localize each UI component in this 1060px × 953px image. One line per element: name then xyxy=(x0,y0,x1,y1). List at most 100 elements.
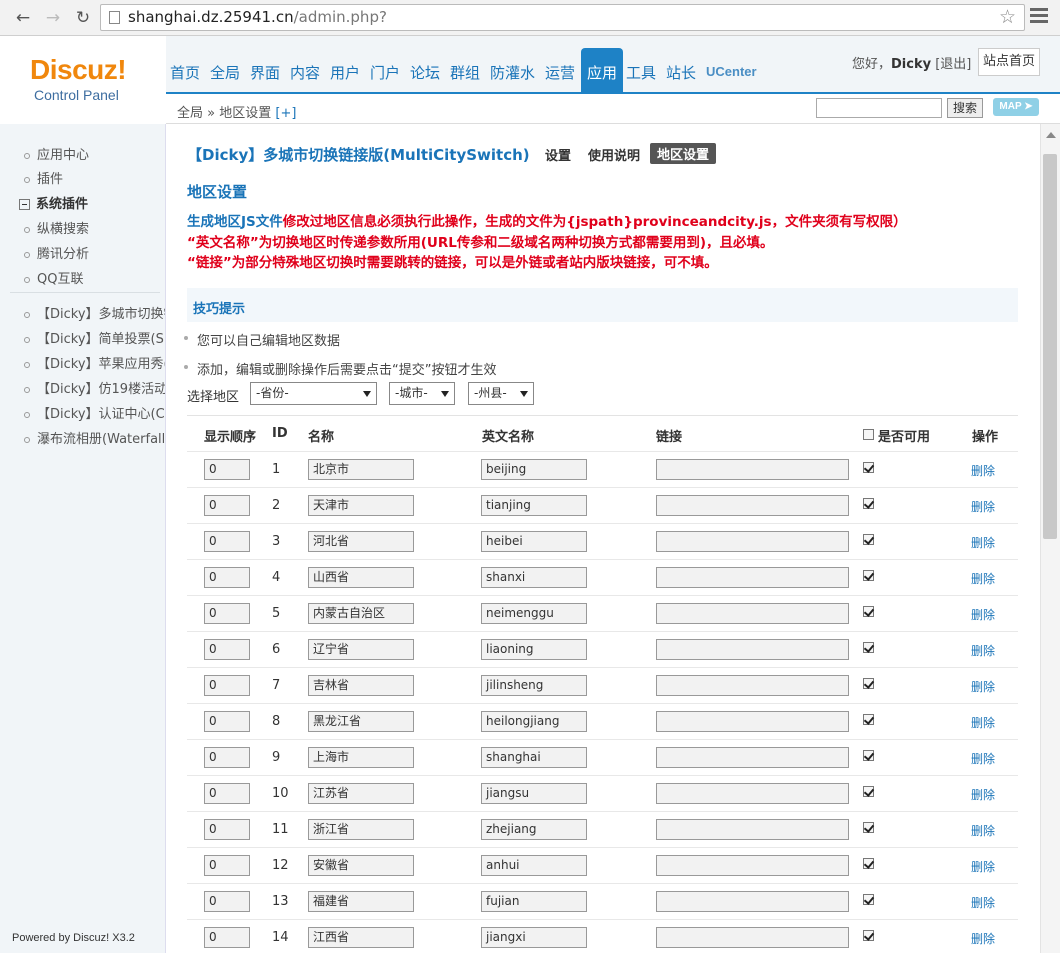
enabled-checkbox[interactable] xyxy=(863,714,874,725)
city-select[interactable]: -城市- xyxy=(389,382,455,405)
delete-link[interactable]: 删除 xyxy=(971,894,995,911)
enabled-checkbox[interactable] xyxy=(863,570,874,581)
link-input[interactable] xyxy=(656,747,849,768)
name-input[interactable]: 浙江省 xyxy=(308,819,414,840)
discuz-logo[interactable]: Discuz! xyxy=(30,54,127,86)
english-name-input[interactable]: tianjing xyxy=(481,495,587,516)
delete-link[interactable]: 删除 xyxy=(971,858,995,875)
enabled-checkbox[interactable] xyxy=(863,930,874,941)
english-name-input[interactable]: anhui xyxy=(481,855,587,876)
generate-js-link[interactable]: 生成地区JS文件 xyxy=(187,214,283,230)
order-input[interactable]: 0 xyxy=(204,495,250,516)
nav-item-ucenter[interactable]: UCenter xyxy=(706,64,757,79)
link-input[interactable] xyxy=(656,675,849,696)
name-input[interactable]: 上海市 xyxy=(308,747,414,768)
english-name-input[interactable]: zhejiang xyxy=(481,819,587,840)
link-input[interactable] xyxy=(656,783,849,804)
link-input[interactable] xyxy=(656,891,849,912)
order-input[interactable]: 0 xyxy=(204,747,250,768)
english-name-input[interactable]: jiangsu xyxy=(481,783,587,804)
order-input[interactable]: 0 xyxy=(204,459,250,480)
nav-item-admin[interactable]: 站长 xyxy=(666,62,696,83)
enabled-checkbox[interactable] xyxy=(863,678,874,689)
link-input[interactable] xyxy=(656,459,849,480)
order-input[interactable]: 0 xyxy=(204,675,250,696)
address-bar[interactable]: shanghai.dz.25941.cn/admin.php? ☆ xyxy=(100,4,1025,31)
name-input[interactable]: 江西省 xyxy=(308,927,414,948)
english-name-input[interactable]: neimenggu xyxy=(481,603,587,624)
delete-link[interactable]: 删除 xyxy=(971,678,995,695)
delete-link[interactable]: 删除 xyxy=(971,570,995,587)
delete-link[interactable]: 删除 xyxy=(971,606,995,623)
english-name-input[interactable]: liaoning xyxy=(481,639,587,660)
english-name-input[interactable]: jiangxi xyxy=(481,927,587,948)
nav-item-tools[interactable]: 工具 xyxy=(626,62,656,83)
sidebar-item-qq-connect[interactable]: QQ互联 xyxy=(24,268,83,287)
enabled-checkbox[interactable] xyxy=(863,642,874,653)
name-input[interactable]: 内蒙古自治区 xyxy=(308,603,414,624)
tab-settings[interactable]: 设置 xyxy=(545,145,571,164)
admin-search-input[interactable] xyxy=(816,98,942,118)
site-home-button[interactable]: 站点首页 xyxy=(978,48,1040,76)
name-input[interactable]: 河北省 xyxy=(308,531,414,552)
order-input[interactable]: 0 xyxy=(204,819,250,840)
link-input[interactable] xyxy=(656,855,849,876)
order-input[interactable]: 0 xyxy=(204,891,250,912)
name-input[interactable]: 山西省 xyxy=(308,567,414,588)
delete-link[interactable]: 删除 xyxy=(971,786,995,803)
sidebar-item-plugin[interactable]: 瀑布流相册(WaterfallA xyxy=(24,428,165,447)
enabled-checkbox[interactable] xyxy=(863,858,874,869)
link-input[interactable] xyxy=(656,495,849,516)
logout-link[interactable]: [退出] xyxy=(935,57,971,72)
search-button[interactable]: 搜索 xyxy=(947,98,983,118)
sidebar-group-system-plugins[interactable]: 系统插件 xyxy=(19,193,88,212)
nav-item-content[interactable]: 内容 xyxy=(290,62,320,83)
sidebar-item-plugin[interactable]: 【Dicky】多城市切换链 xyxy=(24,303,165,322)
nav-item-interface[interactable]: 界面 xyxy=(250,62,280,83)
nav-item-apps[interactable]: 应用 xyxy=(581,48,624,92)
english-name-input[interactable]: heilongjiang xyxy=(481,711,587,732)
name-input[interactable]: 天津市 xyxy=(308,495,414,516)
nav-item-users[interactable]: 用户 xyxy=(330,62,360,83)
province-select[interactable]: -省份- xyxy=(250,382,377,405)
enabled-checkbox[interactable] xyxy=(863,786,874,797)
enabled-checkbox[interactable] xyxy=(863,894,874,905)
link-input[interactable] xyxy=(656,567,849,588)
name-input[interactable]: 黑龙江省 xyxy=(308,711,414,732)
english-name-input[interactable]: jilinsheng xyxy=(481,675,587,696)
order-input[interactable]: 0 xyxy=(204,927,250,948)
nav-item-home[interactable]: 首页 xyxy=(170,62,200,83)
delete-link[interactable]: 删除 xyxy=(971,498,995,515)
nav-item-operations[interactable]: 运营 xyxy=(545,62,575,83)
nav-item-groups[interactable]: 群组 xyxy=(450,62,480,83)
sidebar-item-app-center[interactable]: 应用中心 xyxy=(24,144,89,163)
select-all-enabled-checkbox[interactable] xyxy=(863,429,874,440)
delete-link[interactable]: 删除 xyxy=(971,462,995,479)
link-input[interactable] xyxy=(656,603,849,624)
delete-link[interactable]: 删除 xyxy=(971,534,995,551)
nav-item-portal[interactable]: 门户 xyxy=(370,62,400,83)
reload-icon[interactable]: ↻ xyxy=(72,7,94,29)
english-name-input[interactable]: beijing xyxy=(481,459,587,480)
sidebar-item-tencent-analytics[interactable]: 腾讯分析 xyxy=(24,243,89,262)
bookmark-star-icon[interactable]: ☆ xyxy=(999,6,1016,28)
sidebar-item-plugin[interactable]: 【Dicky】苹果应用秀( xyxy=(24,353,165,372)
delete-link[interactable]: 删除 xyxy=(971,750,995,767)
name-input[interactable]: 辽宁省 xyxy=(308,639,414,660)
sidebar-item-plugin[interactable]: 【Dicky】简单投票(Si xyxy=(24,328,165,347)
enabled-checkbox[interactable] xyxy=(863,750,874,761)
link-input[interactable] xyxy=(656,711,849,732)
county-select[interactable]: -州县- xyxy=(468,382,534,405)
link-input[interactable] xyxy=(656,819,849,840)
browser-menu-icon[interactable] xyxy=(1030,8,1048,26)
english-name-input[interactable]: heibei xyxy=(481,531,587,552)
delete-link[interactable]: 删除 xyxy=(971,822,995,839)
sidebar-item-search[interactable]: 纵横搜索 xyxy=(24,218,89,237)
order-input[interactable]: 0 xyxy=(204,783,250,804)
enabled-checkbox[interactable] xyxy=(863,498,874,509)
enabled-checkbox[interactable] xyxy=(863,822,874,833)
sidebar-item-plugins[interactable]: 插件 xyxy=(24,168,63,187)
delete-link[interactable]: 删除 xyxy=(971,642,995,659)
enabled-checkbox[interactable] xyxy=(863,534,874,545)
name-input[interactable]: 吉林省 xyxy=(308,675,414,696)
